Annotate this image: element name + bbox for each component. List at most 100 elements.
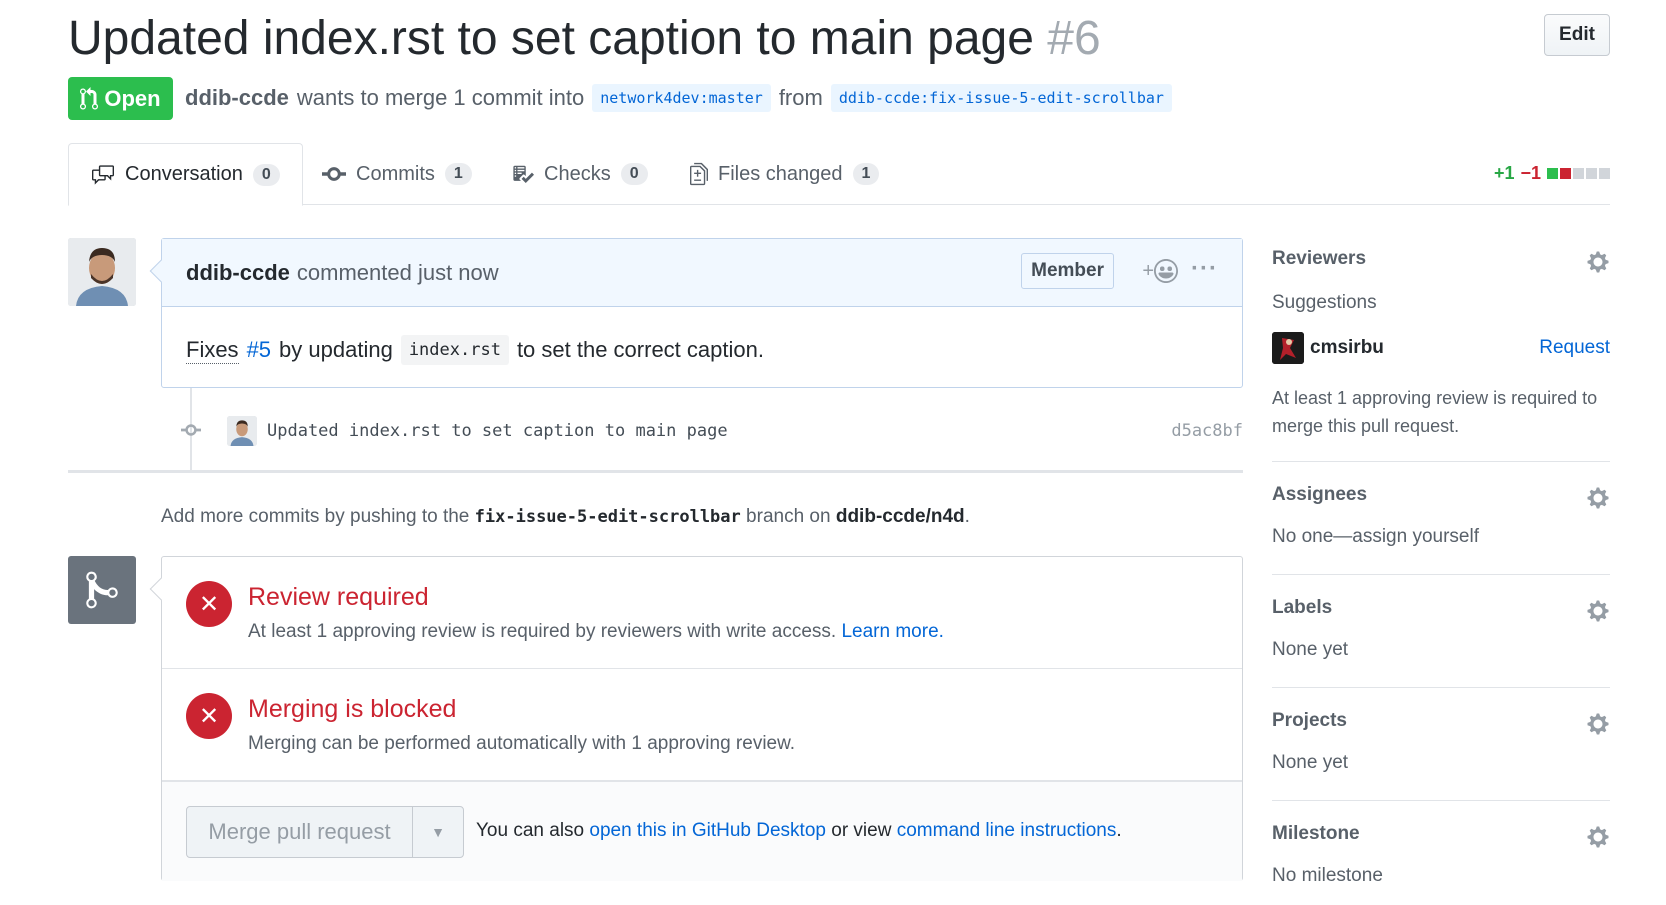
member-badge: Member <box>1021 253 1114 289</box>
tab-label: Conversation <box>125 163 243 185</box>
diffstat-blocks <box>1547 168 1610 179</box>
pr-title: Updated index.rst to set caption to main… <box>68 8 1101 70</box>
gear-icon[interactable] <box>1586 825 1610 849</box>
commit-row: Updated index.rst to set caption to main… <box>227 416 1243 446</box>
git-pull-request-icon <box>80 86 99 110</box>
add-reaction-button[interactable]: + <box>1142 259 1178 283</box>
merge-footer: Merge pull request ▼ You can also open t… <box>162 781 1242 881</box>
review-required-desc: At least 1 approving review is required … <box>248 621 944 643</box>
merge-method-dropdown[interactable]: ▼ <box>413 807 463 857</box>
commit-message-link[interactable]: Updated index.rst to set caption to main… <box>267 421 728 441</box>
labels-heading[interactable]: Labels <box>1272 575 1610 619</box>
comment-author-avatar[interactable] <box>68 238 136 306</box>
tab-label: Files changed <box>718 162 843 185</box>
merging-blocked-desc: Merging can be performed automatically w… <box>248 733 796 754</box>
avatar-person-icon <box>227 416 257 446</box>
state-label: Open <box>104 85 161 111</box>
gear-icon[interactable] <box>1586 599 1610 623</box>
diffstat-block <box>1599 168 1610 179</box>
merge-pull-request-button[interactable]: Merge pull request <box>187 807 413 857</box>
x-icon: ✕ <box>186 581 232 627</box>
push-hint-text: Add more commits by pushing to the <box>161 506 470 527</box>
pr-title-text: Updated index.rst to set caption to main… <box>68 12 1034 65</box>
diffstat-additions: +1 <box>1493 163 1515 183</box>
merging-blocked-section: ✕ Merging is blocked Merging can be perf… <box>162 669 1242 781</box>
merge-button-group: Merge pull request ▼ <box>186 806 464 858</box>
push-hint: Add more commits by pushing to the fix-i… <box>161 506 970 528</box>
reviewer-avatar[interactable] <box>1272 332 1304 364</box>
avatar-person-icon <box>1272 332 1304 364</box>
sidebar-projects: Projects None yet <box>1272 688 1610 801</box>
file-diff-icon <box>690 162 708 186</box>
git-merge-icon <box>86 571 118 609</box>
tab-label: Commits <box>356 162 435 185</box>
comment-pointer <box>149 259 173 283</box>
pr-meta-text: wants to merge 1 commit into <box>296 85 585 110</box>
tab-files-changed[interactable]: Files changed 1 <box>690 143 880 205</box>
comment-box: ddib-ccde commented just now Member + ··… <box>149 238 1243 388</box>
pr-tabs: Conversation 0 Commits 1 Checks 0 Files … <box>68 143 1610 206</box>
pr-author-link[interactable]: ddib-ccde <box>185 85 289 111</box>
base-branch[interactable]: network4dev:master <box>592 84 771 112</box>
sidebar-labels: Labels None yet <box>1272 575 1610 688</box>
edit-title-button[interactable]: Edit <box>1544 14 1610 56</box>
push-hint-text: . <box>964 506 970 527</box>
diffstat-deletions: −1 <box>1520 163 1541 183</box>
comment-author-link[interactable]: ddib-ccde <box>186 260 290 286</box>
projects-text: None yet <box>1272 752 1349 773</box>
gear-icon[interactable] <box>1586 486 1610 510</box>
pr-number: #6 <box>1047 12 1101 65</box>
command-line-instructions-link[interactable]: command line instructions <box>897 820 1117 841</box>
tab-checks[interactable]: Checks 0 <box>512 143 648 205</box>
diffstat-block <box>1573 168 1584 179</box>
review-required-title: Review required <box>248 583 429 611</box>
commit-sha-link[interactable]: d5ac8bf <box>1171 421 1243 441</box>
assignees-text[interactable]: No one—assign yourself <box>1272 526 1610 548</box>
merge-box: ✕ Review required At least 1 approving r… <box>149 556 1243 881</box>
tab-commits[interactable]: Commits 1 <box>322 143 472 205</box>
gear-icon[interactable] <box>1586 712 1610 736</box>
pr-meta: ddib-ccde wants to merge 1 commit into n… <box>185 84 1172 112</box>
gear-icon[interactable] <box>1586 250 1610 274</box>
assignees-heading[interactable]: Assignees <box>1272 462 1610 506</box>
smiley-icon <box>1154 259 1178 283</box>
projects-heading[interactable]: Projects <box>1272 688 1610 732</box>
avatar-person-icon <box>68 238 136 306</box>
sidebar-assignees: Assignees No one—assign yourself <box>1272 462 1610 575</box>
triangle-down-icon: ▼ <box>431 824 445 840</box>
tab-conversation[interactable]: Conversation 0 <box>68 143 303 206</box>
tab-label: Checks <box>544 162 611 185</box>
diffstat-block <box>1547 168 1558 179</box>
reviewer-name[interactable]: cmsirbu <box>1310 337 1384 359</box>
state-badge-open: Open <box>68 77 173 120</box>
tab-count: 0 <box>252 163 280 186</box>
issue-link[interactable]: #5 <box>247 337 271 363</box>
request-review-link[interactable]: Request <box>1539 337 1610 359</box>
tab-count: 0 <box>620 163 648 185</box>
comment-options-button[interactable]: ··· <box>1191 255 1218 283</box>
suggested-reviewer-row: cmsirbu Request <box>1272 332 1610 364</box>
merge-alternatives: You can also open this in GitHub Desktop… <box>476 820 1122 842</box>
checklist-icon <box>513 165 534 183</box>
labels-text: None yet <box>1272 639 1349 660</box>
git-commit-icon <box>181 424 201 436</box>
merge-alt-text: or view <box>831 820 892 841</box>
x-icon: ✕ <box>186 693 232 739</box>
sidebar: Reviewers Suggestions cmsirbu Request At… <box>1272 238 1610 901</box>
milestone-heading[interactable]: Milestone <box>1272 801 1610 845</box>
merge-alt-text: . <box>1116 820 1122 841</box>
timeline-divider <box>68 470 1243 473</box>
push-hint-branch: fix-issue-5-edit-scrollbar <box>474 507 741 527</box>
fixes-keyword[interactable]: Fixes <box>186 337 239 364</box>
head-branch[interactable]: ddib-ccde:fix-issue-5-edit-scrollbar <box>830 84 1172 112</box>
review-required-text: At least 1 approving review is required … <box>248 621 837 642</box>
comment-text: by updating <box>279 337 393 362</box>
open-github-desktop-link[interactable]: open this in GitHub Desktop <box>589 820 826 841</box>
reaction-plus: + <box>1142 259 1154 282</box>
comment-action-text: commented just now <box>296 259 499 285</box>
diffstat-block <box>1586 168 1597 179</box>
reviewers-heading[interactable]: Reviewers <box>1272 238 1610 270</box>
commit-author-avatar[interactable] <box>227 416 257 446</box>
push-hint-repo[interactable]: ddib-ccde/n4d <box>836 506 965 527</box>
learn-more-link[interactable]: Learn more. <box>841 621 943 642</box>
